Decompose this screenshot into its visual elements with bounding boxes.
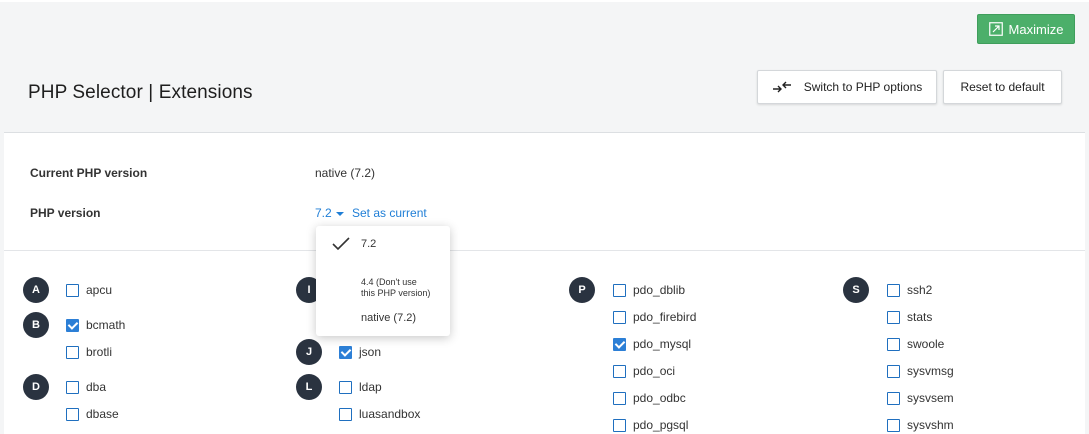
php-version-label: PHP version — [30, 206, 101, 220]
extension-item[interactable]: sysvshm — [887, 418, 954, 432]
extension-name: stats — [907, 310, 933, 324]
switch-label: Switch to PHP options — [803, 80, 923, 94]
letter-badge-l: L — [296, 374, 322, 400]
letter-badge-a: A — [23, 277, 49, 303]
extension-name: sysvsem — [907, 391, 954, 405]
checkbox[interactable] — [887, 364, 900, 378]
extension-item[interactable]: pdo_dblib — [613, 283, 685, 297]
extension-item[interactable]: ssh2 — [887, 283, 932, 297]
current-version-label: Current PHP version — [30, 166, 148, 180]
letter-badge-d: D — [23, 374, 49, 400]
set-as-current-link[interactable]: Set as current — [352, 206, 427, 220]
extension-item[interactable]: pdo_firebird — [613, 310, 696, 324]
caret-down-icon — [335, 211, 344, 216]
checkbox[interactable] — [613, 337, 626, 351]
checkmark-icon — [332, 237, 350, 251]
extension-name: pdo_firebird — [633, 310, 697, 324]
extension-item[interactable]: sysvmsg — [887, 364, 954, 378]
php-version-dropdown: 7.2 4.4 (Don't use this PHP version) nat… — [316, 226, 450, 336]
extension-item[interactable]: dba — [66, 380, 106, 394]
extension-name: pdo_mysql — [633, 337, 692, 351]
checkbox[interactable] — [339, 380, 352, 394]
extension-name: pdo_odbc — [633, 391, 686, 405]
checkbox[interactable] — [887, 391, 900, 405]
dropdown-option-native[interactable]: native (7.2) — [361, 312, 416, 324]
extension-item[interactable]: pdo_pgsql — [613, 418, 688, 432]
extension-name: dbase — [86, 407, 119, 421]
page-title: PHP Selector | Extensions — [28, 82, 253, 103]
extension-item[interactable]: luasandbox — [339, 407, 420, 421]
checkbox[interactable] — [613, 418, 626, 432]
extension-item[interactable]: apcu — [66, 283, 112, 297]
switch-arrows-icon — [772, 81, 791, 93]
extension-name: dba — [86, 380, 107, 394]
letter-badge-s: S — [843, 277, 869, 303]
checkbox[interactable] — [887, 310, 900, 324]
extension-name: pdo_pgsql — [633, 418, 689, 432]
extension-name: pdo_dblib — [633, 283, 686, 297]
checkbox[interactable] — [66, 345, 79, 359]
section-divider — [4, 250, 1085, 251]
extension-name: ldap — [359, 380, 382, 394]
extension-name: pdo_oci — [633, 364, 676, 378]
extension-item[interactable]: pdo_mysql — [613, 337, 691, 351]
dropdown-option-4-4-line1: 4.4 (Don't use — [361, 277, 417, 287]
checkbox[interactable] — [66, 407, 79, 421]
extension-item[interactable]: ldap — [339, 380, 382, 394]
extension-item[interactable]: pdo_odbc — [613, 391, 686, 405]
checkbox[interactable] — [887, 337, 900, 351]
extension-name: sysvmsg — [907, 364, 954, 378]
php-version-value: 7.2 — [315, 206, 332, 220]
top-divider — [0, 0, 1089, 2]
extension-name: swoole — [907, 337, 945, 351]
extension-name: sysvshm — [907, 418, 954, 432]
extension-item[interactable]: bcmath — [66, 318, 125, 332]
letter-badge-b: B — [23, 312, 49, 338]
checkbox[interactable] — [613, 283, 626, 297]
checkbox[interactable] — [887, 418, 900, 432]
dropdown-option-4-4[interactable]: 4.4 (Don't use this PHP version) — [361, 277, 430, 299]
extension-item[interactable]: brotli — [66, 345, 112, 359]
checkbox[interactable] — [66, 283, 79, 297]
maximize-button[interactable]: Maximize — [977, 14, 1075, 44]
checkbox[interactable] — [613, 364, 626, 378]
checkbox[interactable] — [66, 380, 79, 394]
extension-name: ssh2 — [907, 283, 933, 297]
current-version-value: native (7.2) — [315, 166, 376, 180]
extension-item[interactable]: json — [339, 345, 381, 359]
extension-name: brotli — [86, 345, 113, 359]
checkbox[interactable] — [339, 407, 352, 421]
extension-name: apcu — [86, 283, 113, 297]
reset-to-default-button[interactable]: Reset to default — [943, 70, 1062, 104]
checkbox[interactable] — [66, 318, 79, 332]
checkbox[interactable] — [887, 283, 900, 297]
letter-badge-j: J — [296, 339, 322, 365]
php-version-select[interactable]: 7.2 — [315, 206, 344, 220]
page-header: PHP Selector | Extensions Switch to PHP … — [4, 66, 1085, 132]
extension-item[interactable]: dbase — [66, 407, 119, 421]
maximize-label: Maximize — [1008, 21, 1064, 37]
checkbox[interactable] — [613, 310, 626, 324]
letter-badge-p: P — [569, 277, 595, 303]
switch-to-php-options-button[interactable]: Switch to PHP options — [757, 70, 937, 104]
extension-item[interactable]: pdo_oci — [613, 364, 675, 378]
top-strip: Maximize — [0, 0, 1089, 66]
checkbox[interactable] — [339, 345, 352, 359]
maximize-icon — [988, 22, 1003, 36]
checkbox[interactable] — [613, 391, 626, 405]
extension-name: luasandbox — [359, 407, 421, 421]
extension-item[interactable]: swoole — [887, 337, 944, 351]
extension-item[interactable]: stats — [887, 310, 932, 324]
dropdown-option-7-2[interactable]: 7.2 — [361, 238, 376, 250]
dropdown-option-4-4-line2: this PHP version) — [361, 288, 431, 298]
extension-name: json — [359, 345, 382, 359]
extension-item[interactable]: sysvsem — [887, 391, 954, 405]
extension-name: bcmath — [86, 318, 126, 332]
